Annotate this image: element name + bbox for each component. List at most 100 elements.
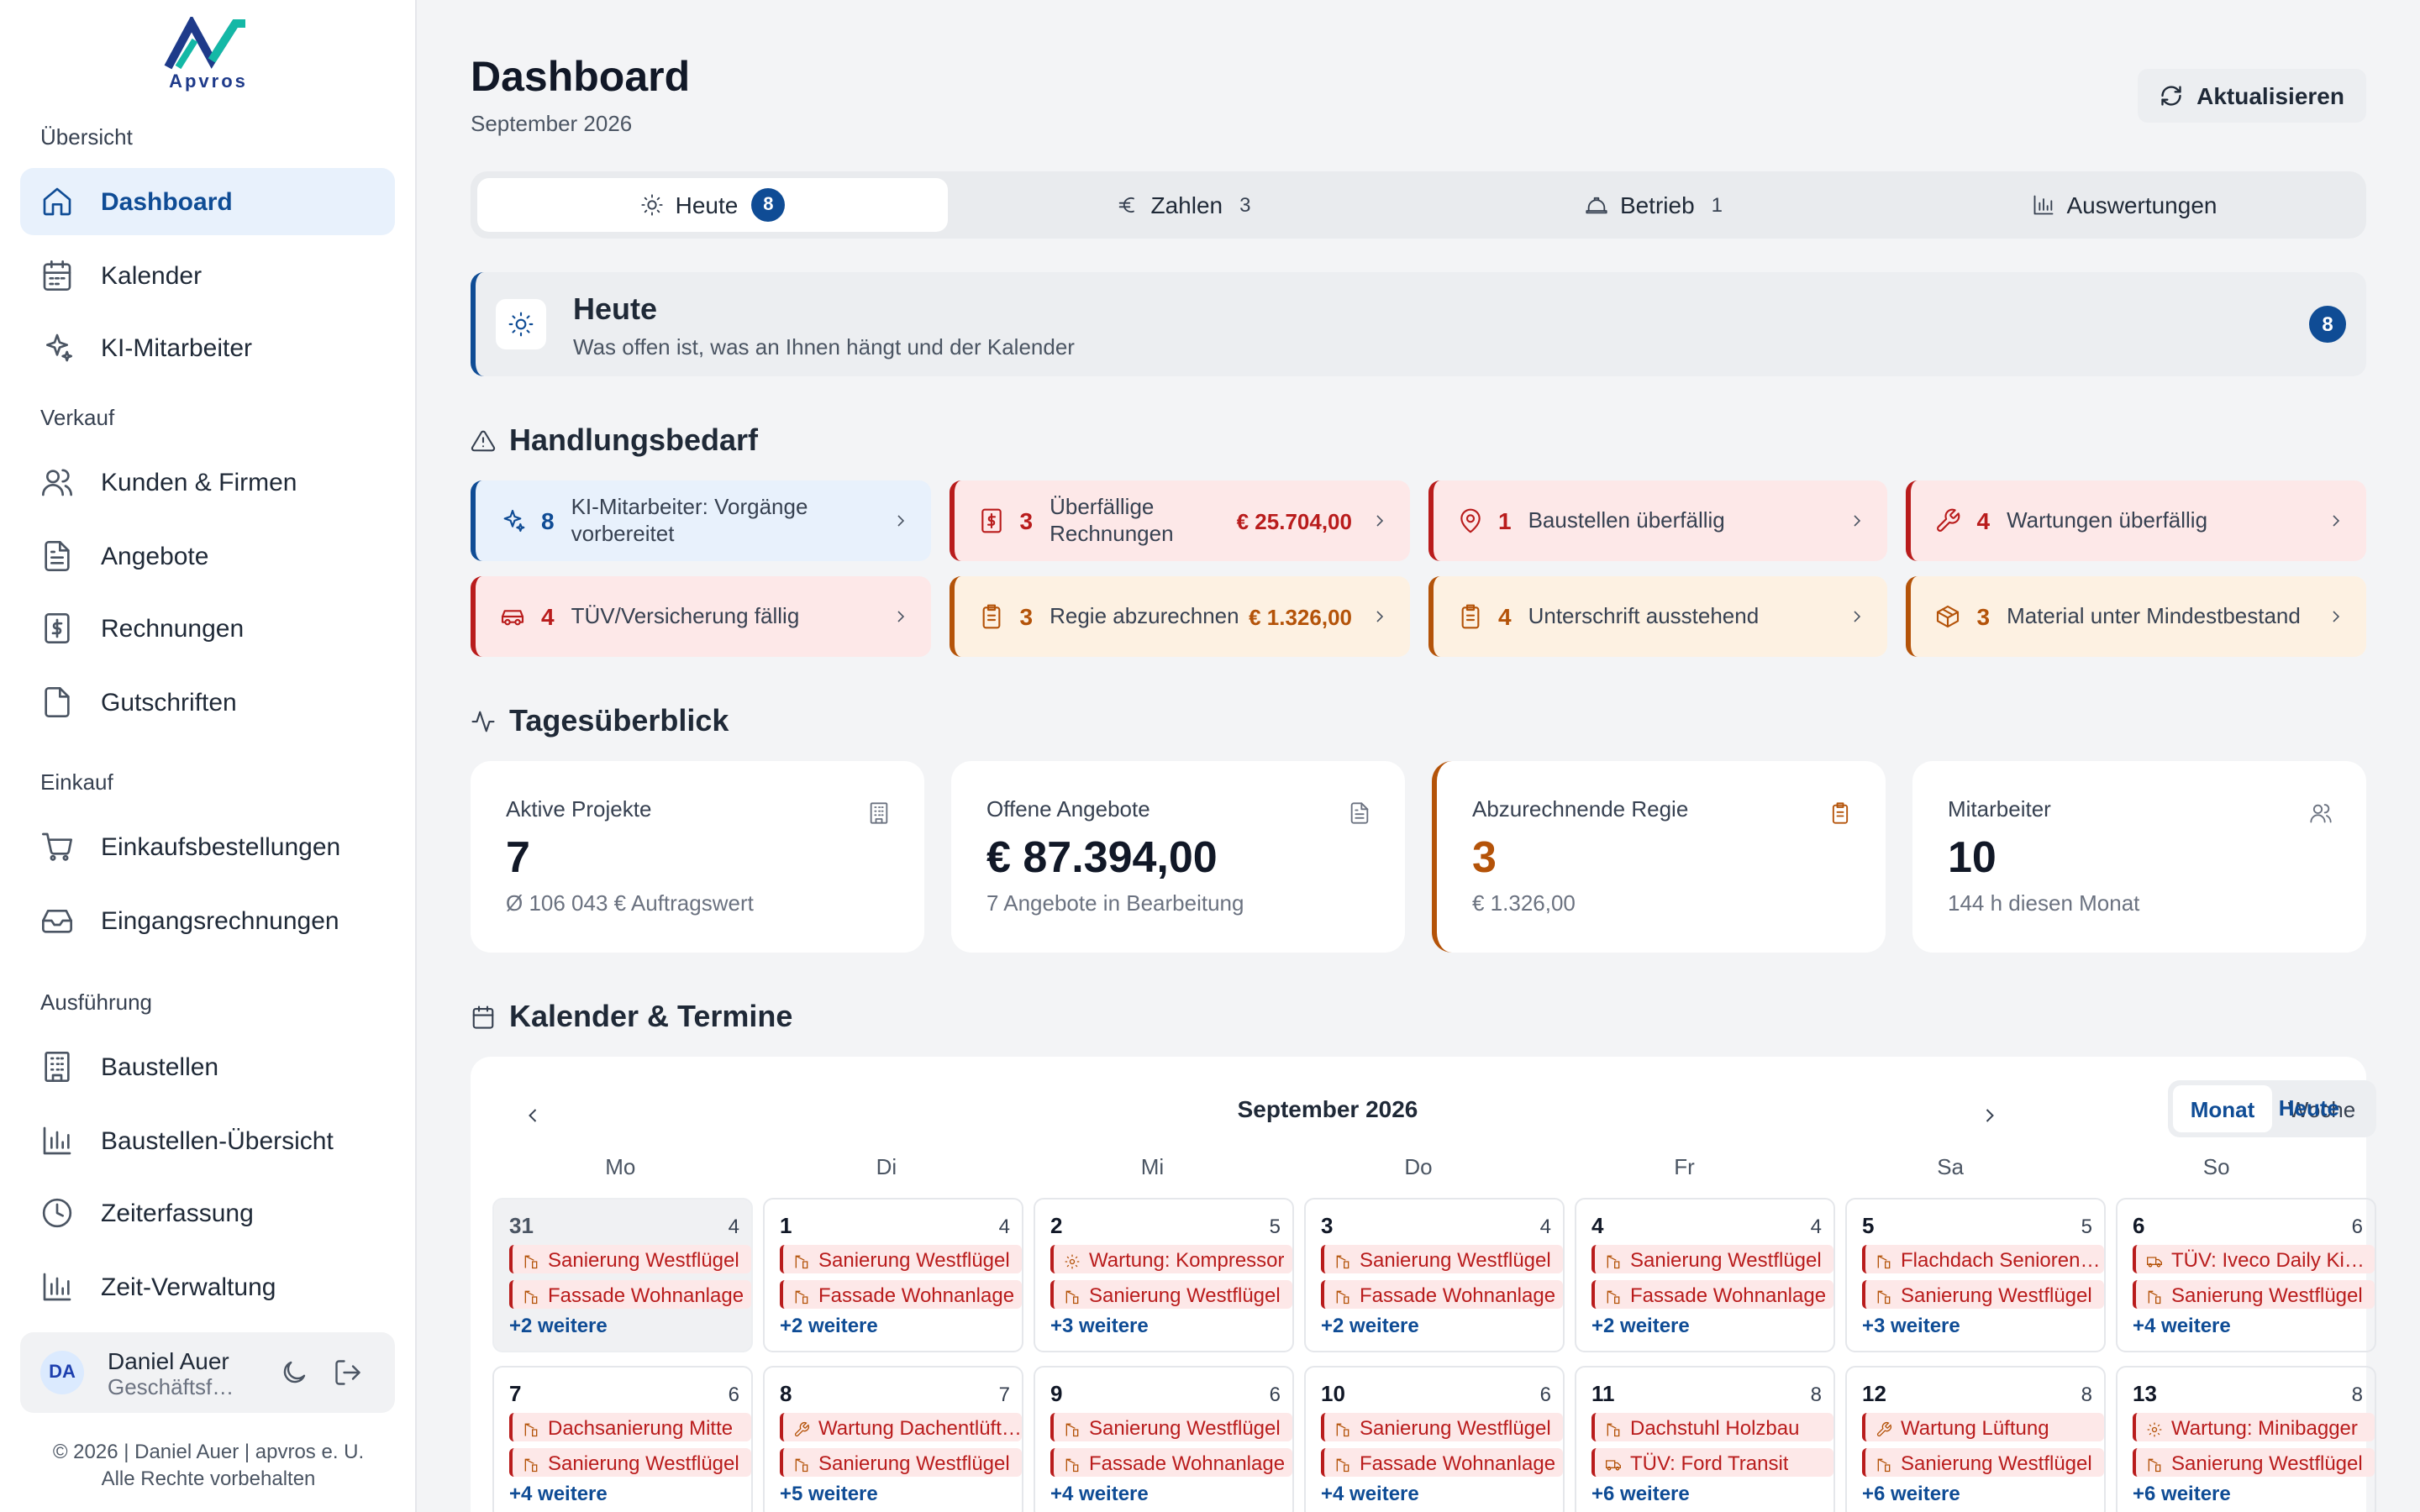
more-events-link[interactable]: +2 weitere — [1591, 1314, 1833, 1337]
calendar-day[interactable]: 8 7 Wartung Dachentlüftung Sanierung Westfl… — [763, 1366, 1023, 1512]
calendar-event[interactable]: TÜV: Iveco Daily Kipper — [2133, 1245, 2375, 1273]
sidebar-item-kalender[interactable]: Kalender — [20, 242, 395, 309]
calendar-event[interactable]: Wartung: Minibagger — [2133, 1413, 2375, 1441]
calendar-day[interactable]: 9 6 Sanierung Westflügel Fassade Wohnanlage… — [1034, 1366, 1294, 1512]
calendar-day[interactable]: 1 4 Sanierung Westflügel Fassade Wohnanlage… — [763, 1198, 1023, 1352]
calendar-event[interactable]: Sanierung Westflügel — [780, 1245, 1022, 1273]
more-events-link[interactable]: +3 weitere — [1862, 1314, 2104, 1337]
tab-betrieb[interactable]: Betrieb 1 — [1418, 178, 1889, 232]
calendar-event[interactable]: Fassade Wohnanlage — [1050, 1448, 1292, 1477]
calendar-event[interactable]: Fassade Wohnanlage — [780, 1280, 1022, 1309]
sidebar-item-ki-mitarbeiter[interactable]: KI-Mitarbeiter — [20, 314, 395, 381]
calendar-day[interactable]: 13 8 Wartung: Minibagger Sanierung Westflüg… — [2116, 1366, 2376, 1512]
calendar-event[interactable]: Fassade Wohnanlage — [1321, 1448, 1563, 1477]
calendar-event[interactable]: Sanierung Westflügel — [1862, 1280, 2104, 1309]
calendar-day[interactable]: 7 6 Dachsanierung Mitte Sanierung Westflüge… — [492, 1366, 753, 1512]
calendar-event[interactable]: Sanierung Westflügel — [1591, 1245, 1833, 1273]
calendar-day[interactable]: 3 4 Sanierung Westflügel Fassade Wohnanlage… — [1304, 1198, 1565, 1352]
calendar-event[interactable]: TÜV: Ford Transit — [1591, 1448, 1833, 1477]
sidebar-item-baustellen-übersicht[interactable]: Baustellen-Übersicht — [20, 1107, 395, 1174]
tab-label: Heute — [675, 192, 739, 218]
action-card[interactable]: 3 Material unter Mindestbestand — [1906, 576, 2366, 657]
more-events-link[interactable]: +3 weitere — [1050, 1314, 1292, 1337]
calendar-event[interactable]: Dachstuhl Holzbau — [1591, 1413, 1833, 1441]
kpi-subtext: € 1.326,00 — [1472, 890, 1576, 916]
action-card[interactable]: 3 Überfällige Rechnungen € 25.704,00 — [949, 480, 1409, 561]
calendar-event[interactable]: Sanierung Westflügel — [2133, 1448, 2375, 1477]
action-card[interactable]: 1 Baustellen überfällig — [1428, 480, 1888, 561]
sidebar-item-baustellen[interactable]: Baustellen — [20, 1033, 395, 1100]
tab-heute[interactable]: Heute 8 — [477, 178, 948, 232]
calendar-event[interactable]: Sanierung Westflügel — [509, 1448, 751, 1477]
calendar-day[interactable]: 5 5 Flachdach Seniorenheim Sanierung Westfl… — [1845, 1198, 2106, 1352]
calendar-day[interactable]: 4 4 Sanierung Westflügel Fassade Wohnanlage… — [1575, 1198, 1835, 1352]
calendar-day[interactable]: 6 6 TÜV: Iveco Daily Kipper Sanierung Westf… — [2116, 1198, 2376, 1352]
clipboard-icon — [1832, 802, 1849, 824]
more-events-link[interactable]: +2 weitere — [1321, 1314, 1563, 1337]
calendar-day[interactable]: 11 8 Dachstuhl Holzbau TÜV: Ford Transit +6 … — [1575, 1366, 1835, 1512]
more-events-link[interactable]: +2 weitere — [780, 1314, 1022, 1337]
more-events-link[interactable]: +4 weitere — [509, 1482, 751, 1505]
action-card[interactable]: 4 TÜV/Versicherung fällig — [471, 576, 931, 657]
calendar-event[interactable]: Sanierung Westflügel — [1321, 1413, 1563, 1441]
day-number: 9 — [1050, 1381, 1063, 1406]
calendar-event[interactable]: Sanierung Westflügel — [1050, 1280, 1292, 1309]
brand-logo[interactable]: Apvros — [161, 14, 255, 92]
sidebar-item-einkaufsbestellungen[interactable]: Einkaufsbestellungen — [20, 813, 395, 880]
calendar-event[interactable]: Fassade Wohnanlage — [1591, 1280, 1833, 1309]
calendar-event[interactable]: Sanierung Westflügel — [1321, 1245, 1563, 1273]
calendar-event[interactable]: Fassade Wohnanlage — [1321, 1280, 1563, 1309]
calendar-event[interactable]: Sanierung Westflügel — [1050, 1413, 1292, 1441]
more-events-link[interactable]: +4 weitere — [1050, 1482, 1292, 1505]
calendar-event[interactable]: Wartung Lüftung — [1862, 1413, 2104, 1441]
action-card[interactable]: 4 Wartungen überfällig — [1906, 480, 2366, 561]
sidebar-item-rechnungen[interactable]: Rechnungen — [20, 595, 395, 662]
sidebar-item-zeit-verwaltung[interactable]: Zeit-Verwaltung — [20, 1253, 395, 1320]
action-card[interactable]: 4 Unterschrift ausstehend — [1428, 576, 1888, 657]
sidebar-item-gutschriften[interactable]: Gutschriften — [20, 669, 395, 736]
theme-toggle-button[interactable] — [276, 1354, 313, 1391]
calendar-event[interactable]: Sanierung Westflügel — [1862, 1448, 2104, 1477]
user-card[interactable]: DA Daniel Auer Geschäftsführer — [20, 1332, 395, 1413]
event-title: Wartung: Kompressor — [1089, 1247, 1285, 1271]
refresh-button[interactable]: Aktualisieren — [2138, 69, 2366, 123]
sidebar-item-angebote[interactable]: Angebote — [20, 522, 395, 590]
calendar-event[interactable]: Sanierung Westflügel — [509, 1245, 751, 1273]
next-month-button[interactable] — [1978, 1104, 2005, 1131]
event-title: TÜV: Ford Transit — [1630, 1451, 1789, 1474]
action-card[interactable]: 8 KI-Mitarbeiter: Vorgänge vorbereitet — [471, 480, 931, 561]
sidebar-item-eingangsrechnungen[interactable]: Eingangsrechnungen — [20, 887, 395, 954]
more-events-link[interactable]: +5 weitere — [780, 1482, 1022, 1505]
calendar-event[interactable]: Dachsanierung Mitte — [509, 1413, 751, 1441]
view-month-button[interactable]: Monat — [2173, 1085, 2272, 1132]
calendar-day[interactable]: 2 5 Wartung: Kompressor Sanierung Westflüge… — [1034, 1198, 1294, 1352]
calendar-today-button[interactable]: Heute — [2279, 1095, 2339, 1121]
day-event-count: 6 — [2351, 1215, 2363, 1238]
calendar-day[interactable]: 10 6 Sanierung Westflügel Fassade Wohnanlag… — [1304, 1366, 1565, 1512]
more-events-link[interactable]: +6 weitere — [1862, 1482, 2104, 1505]
sidebar-item-label: Gutschriften — [101, 688, 237, 717]
more-events-link[interactable]: +4 weitere — [2133, 1314, 2375, 1337]
calendar-day[interactable]: 12 8 Wartung Lüftung Sanierung Westflügel +6… — [1845, 1366, 2106, 1512]
calendar-event[interactable]: Flachdach Seniorenheim — [1862, 1245, 2104, 1273]
calendar-event[interactable]: Sanierung Westflügel — [780, 1448, 1022, 1477]
more-events-link[interactable]: +4 weitere — [1321, 1482, 1563, 1505]
sidebar-item-dashboard[interactable]: Dashboard — [20, 168, 395, 235]
calendar-event[interactable]: Fassade Wohnanlage — [509, 1280, 751, 1309]
site-icon — [524, 1289, 538, 1304]
sidebar-item-zeiterfassung[interactable]: Zeiterfassung — [20, 1179, 395, 1247]
calendar-day[interactable]: 31 4 Sanierung Westflügel Fassade Wohnanlag… — [492, 1198, 753, 1352]
section-actions-label: Handlungsbedarf — [509, 423, 759, 457]
more-events-link[interactable]: +6 weitere — [1591, 1482, 1833, 1505]
sidebar-item-kunden-firmen[interactable]: Kunden & Firmen — [20, 449, 395, 516]
more-events-link[interactable]: +2 weitere — [509, 1314, 751, 1337]
tab-zahlen[interactable]: Zahlen 3 — [948, 178, 1418, 232]
tab-auswertungen[interactable]: Auswertungen — [1889, 178, 2360, 232]
calendar-event[interactable]: Sanierung Westflügel — [2133, 1280, 2375, 1309]
more-events-link[interactable]: +6 weitere — [2133, 1482, 2375, 1505]
cart-icon — [40, 830, 74, 864]
calendar-event[interactable]: Wartung: Kompressor — [1050, 1245, 1292, 1273]
calendar-event[interactable]: Wartung Dachentlüftung — [780, 1413, 1022, 1441]
logout-button[interactable] — [329, 1354, 366, 1391]
action-card[interactable]: 3 Regie abzurechnen € 1.326,00 — [949, 576, 1409, 657]
